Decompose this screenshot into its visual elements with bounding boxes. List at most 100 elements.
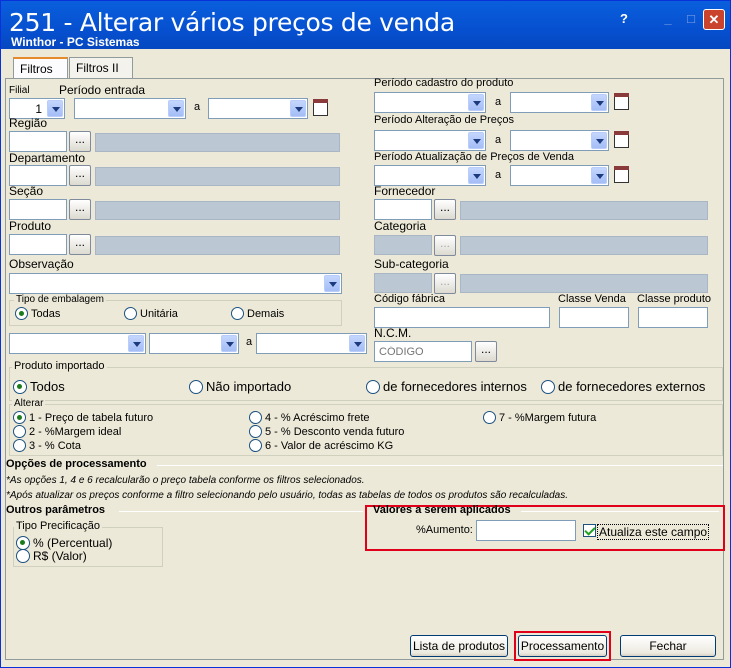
minimize-button[interactable]: _: [657, 9, 679, 30]
periodo-cadastro-start[interactable]: [374, 92, 486, 113]
produto-description: [95, 236, 340, 255]
secao-lookup-button[interactable]: ...: [69, 199, 91, 220]
maximize-button[interactable]: □: [680, 9, 702, 30]
secao-input[interactable]: [9, 199, 67, 220]
tab-filtros[interactable]: Filtros: [13, 57, 68, 80]
radio-icon[interactable]: [483, 411, 496, 424]
chevron-down-icon[interactable]: [47, 100, 63, 117]
opcoes-hint-1: *As opções 1, 4 e 6 recalcularão o preço…: [6, 475, 365, 486]
subcategoria-description: [460, 274, 708, 293]
radio-icon[interactable]: [231, 307, 244, 320]
atualiza-label[interactable]: Atualiza este campo: [597, 524, 710, 540]
chevron-down-icon[interactable]: [324, 275, 340, 292]
radio-alterar-3[interactable]: 3 - % Cota: [13, 439, 81, 452]
codigo-fabrica-input[interactable]: [374, 307, 550, 328]
processamento-button[interactable]: Processamento: [518, 635, 607, 657]
calendar-icon[interactable]: [612, 164, 630, 184]
chevron-down-icon[interactable]: [221, 335, 237, 352]
subcategoria-lookup-button[interactable]: ...: [434, 273, 456, 294]
calendar-icon[interactable]: [311, 97, 329, 117]
radio-demais[interactable]: Demais: [231, 307, 284, 320]
chevron-down-icon[interactable]: [468, 132, 484, 149]
chevron-down-icon[interactable]: [128, 335, 144, 352]
regiao-input[interactable]: [9, 131, 67, 152]
periodo-cadastro-end[interactable]: [510, 92, 609, 113]
chevron-down-icon[interactable]: [591, 94, 607, 111]
radio-fornecedores-internos[interactable]: de fornecedores internos: [366, 379, 527, 394]
extra-combo-2[interactable]: [149, 333, 239, 354]
radio-label: 4 - % Acréscimo frete: [265, 411, 370, 424]
chevron-down-icon[interactable]: [349, 335, 365, 352]
radio-icon[interactable]: [15, 307, 28, 320]
radio-fornecedores-externos[interactable]: de fornecedores externos: [541, 379, 705, 394]
radio-unitaria[interactable]: Unitária: [124, 307, 178, 320]
periodo-alteracao-end[interactable]: [510, 130, 609, 151]
title-bar[interactable]: 251 - Alterar vários preços de venda Win…: [1, 1, 730, 49]
lista-produtos-button[interactable]: Lista de produtos: [410, 635, 508, 657]
departamento-input[interactable]: [9, 165, 67, 186]
observacao-combo[interactable]: [9, 273, 342, 294]
categoria-lookup-button[interactable]: ...: [434, 235, 456, 256]
chevron-down-icon[interactable]: [468, 167, 484, 184]
classe-venda-input[interactable]: [559, 307, 629, 328]
radio-alterar-7[interactable]: 7 - %Margem futura: [483, 411, 596, 424]
radio-valor[interactable]: R$ (Valor): [16, 549, 87, 563]
radio-alterar-5[interactable]: 5 - % Desconto venda futuro: [249, 425, 404, 438]
radio-icon[interactable]: [249, 425, 262, 438]
periodo-alteracao-start[interactable]: [374, 130, 486, 151]
classe-produto-input[interactable]: [638, 307, 708, 328]
radio-icon[interactable]: [189, 379, 203, 394]
radio-icon[interactable]: [16, 549, 30, 563]
radio-icon[interactable]: [541, 379, 555, 394]
periodo-entrada-start[interactable]: [74, 98, 186, 119]
observacao-label: Observação: [9, 257, 74, 271]
radio-icon[interactable]: [249, 411, 262, 424]
radio-icon[interactable]: [124, 307, 137, 320]
atualiza-checkbox[interactable]: [583, 524, 596, 537]
radio-alterar-2[interactable]: 2 - %Margem ideal: [13, 425, 121, 438]
close-button[interactable]: ✕: [703, 9, 725, 30]
periodo-atualizacao-start[interactable]: [374, 165, 486, 186]
fechar-button[interactable]: Fechar: [620, 635, 716, 657]
radio-icon[interactable]: [13, 425, 26, 438]
chevron-down-icon[interactable]: [591, 167, 607, 184]
departamento-lookup-button[interactable]: ...: [69, 165, 91, 186]
categoria-input: [374, 235, 432, 255]
periodo-atualizacao-end[interactable]: [510, 165, 609, 186]
radio-icon[interactable]: [13, 411, 26, 424]
chevron-down-icon[interactable]: [468, 94, 484, 111]
radio-alterar-4[interactable]: 4 - % Acréscimo frete: [249, 411, 370, 424]
chevron-down-icon[interactable]: [591, 132, 607, 149]
radio-alterar-6[interactable]: 6 - Valor de acréscimo KG: [249, 439, 393, 452]
radio-icon[interactable]: [16, 536, 30, 550]
radio-icon[interactable]: [13, 379, 27, 394]
radio-label: R$ (Valor): [33, 549, 87, 563]
radio-icon[interactable]: [366, 379, 380, 394]
calendar-icon[interactable]: [612, 129, 630, 149]
tab-filtros-ii[interactable]: Filtros II: [69, 57, 133, 79]
radio-todas[interactable]: Todas: [15, 307, 60, 320]
chevron-down-icon[interactable]: [168, 100, 184, 117]
ncm-lookup-button[interactable]: ...: [475, 341, 497, 362]
fornecedor-input[interactable]: [374, 199, 432, 220]
regiao-lookup-button[interactable]: ...: [69, 131, 91, 152]
produto-input[interactable]: [9, 234, 67, 255]
radio-icon[interactable]: [13, 439, 26, 452]
departamento-description: [95, 167, 340, 186]
ncm-input[interactable]: [374, 341, 472, 362]
radio-percentual[interactable]: % (Percentual): [16, 536, 112, 550]
radio-importado-todos[interactable]: Todos: [13, 379, 65, 394]
radio-alterar-1[interactable]: 1 - Preço de tabela futuro: [13, 411, 153, 424]
radio-icon[interactable]: [249, 439, 262, 452]
a-label: a: [495, 169, 502, 181]
aumento-input[interactable]: [476, 520, 576, 541]
extra-combo-3[interactable]: [256, 333, 367, 354]
produto-lookup-button[interactable]: ...: [69, 234, 91, 255]
radio-nao-importado[interactable]: Não importado: [189, 379, 291, 394]
extra-combo-1[interactable]: [9, 333, 146, 354]
fornecedor-lookup-button[interactable]: ...: [434, 199, 456, 220]
periodo-entrada-end[interactable]: [208, 98, 308, 119]
calendar-icon[interactable]: [612, 91, 630, 111]
chevron-down-icon[interactable]: [290, 100, 306, 117]
help-button[interactable]: ?: [613, 9, 635, 30]
